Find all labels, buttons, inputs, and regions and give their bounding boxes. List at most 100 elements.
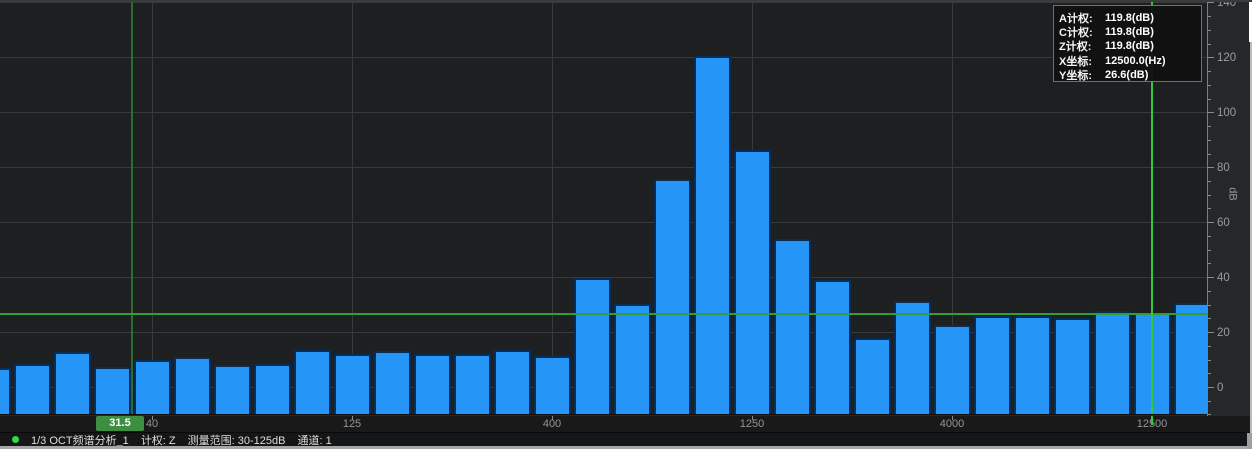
bar-250Hz[interactable]	[454, 354, 491, 414]
bar-1000Hz[interactable]	[694, 56, 731, 414]
y-minor-tick	[1208, 236, 1211, 237]
y-tick-140	[1208, 2, 1214, 3]
y-minor-tick	[1208, 154, 1211, 155]
y-minor-tick	[1208, 250, 1211, 251]
y-minor-tick	[1208, 346, 1211, 347]
y-tick-label-80: 80	[1217, 162, 1230, 174]
bar-4000Hz[interactable]	[934, 325, 971, 414]
y-tick-0	[1208, 387, 1214, 388]
y-tick-60	[1208, 222, 1214, 223]
y-tick-label-60: 60	[1217, 217, 1230, 229]
gridline-h-60	[0, 222, 1207, 223]
bar-200Hz[interactable]	[414, 354, 451, 414]
channel-status-dot-icon	[12, 436, 19, 443]
info-row-value: 26.6(dB)	[1105, 69, 1148, 81]
bar-63Hz[interactable]	[214, 365, 251, 414]
x-axis: 31.5 401254001250400012500	[0, 416, 1252, 432]
cursor-line-stub	[1151, 416, 1153, 425]
bar-8000Hz[interactable]	[1054, 318, 1091, 414]
info-row: C计权:119.8(dB)	[1059, 25, 1201, 39]
bar-80Hz[interactable]	[254, 364, 291, 414]
bar-40Hz[interactable]	[134, 360, 171, 414]
gridline-h-80	[0, 167, 1207, 168]
scrollbar-corner	[1247, 433, 1252, 449]
cursor-horizontal-line[interactable]	[0, 313, 1207, 315]
y-minor-tick	[1208, 208, 1211, 209]
bar-160Hz[interactable]	[374, 351, 411, 414]
info-row: Z计权:119.8(dB)	[1059, 39, 1201, 53]
bar-800Hz[interactable]	[654, 179, 691, 414]
y-minor-tick	[1208, 291, 1211, 292]
y-minor-tick	[1208, 401, 1211, 402]
y-minor-tick	[1208, 30, 1211, 31]
bar-16000Hz[interactable]	[1174, 303, 1208, 415]
spectrum-analyzer-window: 020406080100120140 dB 31.5 4012540012504…	[0, 0, 1252, 449]
y-tick-40	[1208, 277, 1214, 278]
y-tick-120	[1208, 57, 1214, 58]
gridline-h-120	[0, 57, 1207, 58]
bar-500Hz[interactable]	[574, 278, 611, 414]
plot-area[interactable]	[0, 0, 1207, 415]
bar-5000Hz[interactable]	[974, 316, 1011, 414]
y-tick-label-0: 0	[1217, 382, 1223, 394]
bar-100Hz[interactable]	[294, 350, 331, 414]
bar-31.5Hz[interactable]	[94, 367, 131, 414]
y-tick-80	[1208, 167, 1214, 168]
y-axis-unit-label: dB	[1227, 187, 1239, 200]
info-row-value: 119.8(dB)	[1105, 40, 1154, 52]
y-minor-tick	[1208, 305, 1211, 306]
x-tick-label-400: 400	[543, 418, 561, 430]
bar-25Hz[interactable]	[54, 352, 91, 414]
y-tick-label-100: 100	[1217, 107, 1236, 119]
bar-2500Hz[interactable]	[854, 338, 891, 414]
y-minor-tick	[1208, 71, 1211, 72]
bar-3150Hz[interactable]	[894, 301, 931, 414]
y-minor-tick	[1208, 99, 1211, 100]
cursor-readout-panel: A计权:119.8(dB)C计权:119.8(dB)Z计权:119.8(dB)X…	[1053, 5, 1202, 82]
bar-6300Hz[interactable]	[1014, 316, 1051, 414]
y-minor-tick	[1208, 85, 1211, 86]
marker-vertical-line[interactable]	[131, 0, 133, 415]
gridline-h-100	[0, 112, 1207, 113]
y-minor-tick	[1208, 318, 1211, 319]
y-axis: 020406080100120140	[1207, 0, 1252, 415]
bar-16Hz[interactable]	[0, 368, 11, 414]
gridline-h-140	[0, 2, 1207, 3]
y-minor-tick	[1208, 195, 1211, 196]
y-minor-tick	[1208, 263, 1211, 264]
info-row-value: 119.8(dB)	[1105, 26, 1154, 38]
y-tick-label-20: 20	[1217, 327, 1230, 339]
y-minor-tick	[1208, 373, 1211, 374]
gridline-v-125	[352, 0, 353, 414]
bar-400Hz[interactable]	[534, 356, 571, 414]
bar-50Hz[interactable]	[174, 357, 211, 414]
gridline-v-40	[152, 0, 153, 414]
bar-630Hz[interactable]	[614, 304, 651, 414]
bar-125Hz[interactable]	[334, 354, 371, 414]
bar-1600Hz[interactable]	[774, 239, 811, 414]
y-minor-tick	[1208, 16, 1211, 17]
info-row: A计权:119.8(dB)	[1059, 11, 1201, 25]
bar-10000Hz[interactable]	[1094, 311, 1131, 414]
status-bar: 1/3 OCT频谱分析_1计权: Z测量范围: 30-125dB通道: 1	[0, 432, 1252, 446]
y-minor-tick	[1208, 126, 1211, 127]
y-minor-tick	[1208, 360, 1211, 361]
x-tick-label-4000: 4000	[940, 418, 964, 430]
y-tick-label-120: 120	[1217, 52, 1236, 64]
y-tick-label-40: 40	[1217, 272, 1230, 284]
x-tick-label-1250: 1250	[740, 418, 764, 430]
y-axis-line	[1207, 0, 1208, 432]
y-minor-tick	[1208, 140, 1211, 141]
gridline-v-400	[552, 0, 553, 414]
info-row-value: 119.8(dB)	[1105, 12, 1154, 24]
bar-315Hz[interactable]	[494, 350, 531, 414]
x-tick-label-40: 40	[146, 418, 158, 430]
bar-1250Hz[interactable]	[734, 150, 771, 414]
bar-20Hz[interactable]	[14, 364, 51, 414]
y-minor-tick	[1208, 181, 1211, 182]
marker-frequency-badge[interactable]: 31.5	[96, 416, 144, 431]
bar-2000Hz[interactable]	[814, 280, 851, 414]
info-row-value: 12500.0(Hz)	[1105, 55, 1166, 67]
y-tick-20	[1208, 332, 1214, 333]
y-minor-tick	[1208, 44, 1211, 45]
